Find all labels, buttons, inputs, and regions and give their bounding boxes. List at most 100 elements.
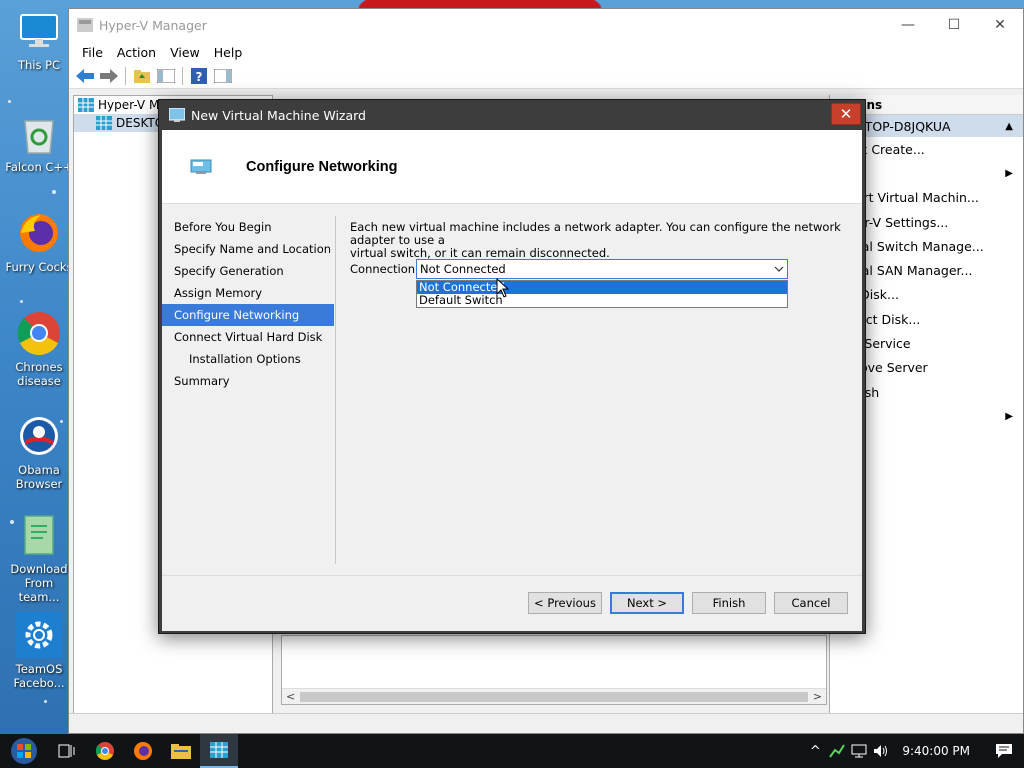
window-title: Hyper-V Manager — [99, 17, 207, 33]
toolbar-separator — [182, 66, 183, 85]
scroll-left-icon[interactable]: < — [286, 690, 295, 703]
task-view-icon — [58, 744, 75, 758]
hyperv-server-icon — [78, 98, 94, 112]
wizard-close-button[interactable]: ✕ — [831, 103, 861, 125]
notepad-icon — [16, 512, 62, 558]
tree-root-label: Hyper-V Ma — [98, 98, 167, 112]
taskbar-clock[interactable]: 9:40:00 PM — [892, 744, 984, 758]
notifications-icon[interactable] — [984, 734, 1024, 768]
connection-combobox[interactable]: Not Connected — [416, 259, 788, 279]
help-icon[interactable]: ? — [189, 66, 209, 86]
wizard-step-item[interactable]: Connect Virtual Hard Disk — [162, 326, 334, 348]
desktop-icon-label: Obama Browser — [15, 463, 63, 491]
folder-up-icon[interactable] — [132, 66, 152, 86]
desktop-icon-obama-browser[interactable]: Obama Browser — [4, 413, 74, 491]
app-tray-icon[interactable] — [826, 734, 848, 768]
firefox-icon — [134, 742, 152, 760]
scroll-right-icon[interactable]: > — [813, 690, 822, 703]
menu-view[interactable]: View — [163, 45, 207, 60]
wizard-step-item[interactable]: Specify Generation — [162, 260, 334, 282]
system-tray: ^ 9:40:00 PM — [804, 734, 1024, 768]
horizontal-scrollbar[interactable]: < > — [282, 688, 826, 704]
wizard-header: Configure Networking — [162, 130, 862, 204]
chrome-icon — [95, 742, 114, 760]
wizard-step-item[interactable]: Before You Begin — [162, 216, 334, 238]
network-adapter-icon — [190, 159, 212, 174]
wizard-body: Configure Networking Before You Begin Spe… — [162, 130, 862, 631]
wizard-divider — [335, 216, 336, 564]
details-panel: < > — [281, 635, 827, 705]
volume-icon[interactable] — [870, 734, 892, 768]
desktop-icon-label: Falcon C++ — [5, 160, 73, 174]
forward-arrow-icon[interactable] — [99, 66, 119, 86]
recycle-icon — [16, 110, 62, 156]
windows-orb-icon — [11, 738, 37, 764]
scrollbar-thumb[interactable] — [300, 692, 808, 702]
desktop-icon-chrome[interactable]: Chrones disease — [4, 310, 74, 388]
desktop-icon-download[interactable]: Download From team... — [4, 512, 74, 604]
menu-file[interactable]: File — [75, 45, 110, 60]
wizard-step-item[interactable]: Configure Networking — [162, 304, 334, 326]
wizard-step-list: Before You Begin Specify Name and Locatio… — [162, 216, 334, 392]
desktop-icon-label: TeamOS Facebo... — [13, 662, 65, 690]
taskbar-firefox[interactable] — [124, 734, 162, 768]
status-bar — [69, 713, 1023, 733]
settings-gear-icon — [16, 612, 62, 658]
maximize-button[interactable]: ☐ — [931, 9, 977, 41]
desktop-icon-label: This PC — [17, 58, 61, 72]
taskbar-hyperv-manager[interactable] — [200, 734, 238, 768]
description-line-1: Each new virtual machine includes a netw… — [350, 220, 841, 247]
desktop-icon-label: Download From team... — [10, 562, 68, 604]
next-button[interactable]: Next > — [610, 592, 684, 614]
menu-action[interactable]: Action — [110, 45, 163, 60]
collapse-up-icon[interactable]: ▲ — [1005, 121, 1013, 132]
show-action-pane-icon[interactable] — [213, 66, 233, 86]
desktop-icon-this-pc[interactable]: This PC — [4, 8, 74, 72]
folder-icon — [171, 744, 191, 759]
minimize-button[interactable]: — — [885, 9, 931, 41]
taskbar-file-explorer[interactable] — [162, 734, 200, 768]
dropdown-option-default-switch[interactable]: Default Switch — [417, 294, 787, 307]
wizard-app-icon — [169, 108, 185, 122]
toolbar-separator — [125, 66, 126, 85]
desktop-icon-falcon[interactable]: Falcon C++ — [4, 110, 74, 174]
desktop-icon-label: Chrones disease — [15, 360, 63, 388]
window-controls: — ☐ ✕ — [885, 9, 1023, 41]
close-button[interactable]: ✕ — [977, 9, 1023, 41]
footer-separator — [162, 575, 862, 576]
taskbar-chrome[interactable] — [86, 734, 124, 768]
networking-description: Each new virtual machine includes a netw… — [350, 221, 850, 260]
wizard-step-item[interactable]: Assign Memory — [162, 282, 334, 304]
hyperv-icon — [77, 18, 93, 32]
cancel-button[interactable]: Cancel — [774, 592, 848, 614]
menu-help[interactable]: Help — [207, 45, 250, 60]
connection-selected-value: Not Connected — [420, 262, 506, 276]
server-icon — [96, 116, 112, 130]
start-button[interactable] — [0, 734, 48, 768]
menu-bar: File Action View Help — [69, 41, 1023, 63]
obama-logo-icon — [16, 413, 62, 459]
network-icon[interactable] — [848, 734, 870, 768]
wizard-titlebar: New Virtual Machine Wizard — [159, 100, 865, 130]
submenu-arrow-icon: ▶ — [1005, 167, 1013, 179]
connection-dropdown-list: Not Connected Default Switch — [416, 280, 788, 308]
back-arrow-icon[interactable] — [75, 66, 95, 86]
desktop-icon-teamos[interactable]: TeamOS Facebo... — [4, 612, 74, 690]
desktop-icon-firefox[interactable]: Furry Cocks — [4, 210, 74, 274]
svg-text:?: ? — [196, 70, 203, 84]
desktop-icon-label: Furry Cocks — [5, 260, 73, 274]
computer-icon — [16, 8, 62, 54]
show-hidden-icons-icon[interactable]: ^ — [804, 734, 826, 768]
task-view-button[interactable] — [48, 734, 86, 768]
wizard-step-item[interactable]: Summary — [162, 370, 334, 392]
finish-button[interactable]: Finish — [692, 592, 766, 614]
tree-child-label: DESKTO — [116, 116, 165, 130]
wizard-step-item[interactable]: Installation Options — [162, 348, 334, 370]
chevron-down-icon — [774, 266, 784, 272]
page-title: Configure Networking — [246, 158, 398, 175]
previous-button[interactable]: < Previous — [528, 592, 602, 614]
hyperv-icon — [210, 742, 228, 758]
show-hide-tree-icon[interactable] — [156, 66, 176, 86]
wizard-title: New Virtual Machine Wizard — [191, 107, 366, 123]
wizard-step-item[interactable]: Specify Name and Location — [162, 238, 334, 260]
